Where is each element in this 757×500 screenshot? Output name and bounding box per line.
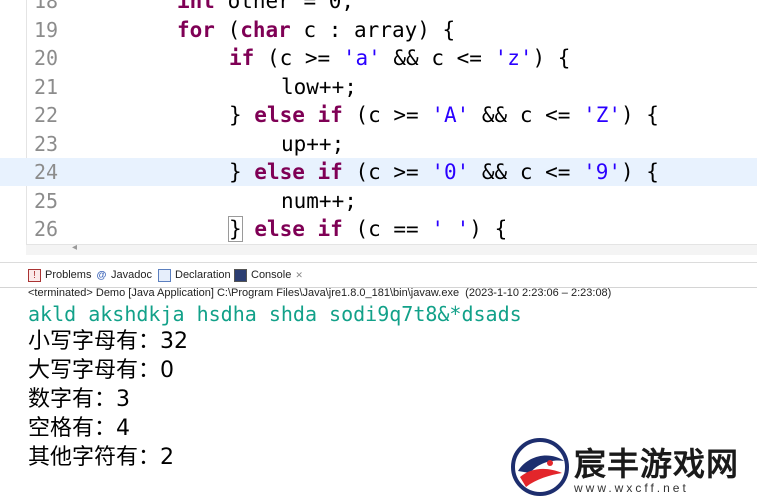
declaration-icon: [158, 268, 171, 282]
line-number: 20: [34, 46, 59, 70]
bottom-panel-tabs: ! Problems @ Javadoc Declaration Console…: [0, 262, 757, 288]
watermark-url: www.wxcff.net: [574, 481, 689, 495]
line-number: 26: [34, 217, 59, 241]
code-line[interactable]: 21 low++;: [0, 73, 757, 101]
tab-declaration[interactable]: Declaration: [158, 267, 231, 283]
editor-horizontal-scrollbar[interactable]: ◂: [26, 242, 757, 255]
code-line[interactable]: 23 up++;: [0, 130, 757, 158]
tab-label: Declaration: [175, 269, 231, 281]
line-number: 23: [34, 131, 59, 156]
code-line[interactable]: 20 if (c >= 'a' && c <= 'z') {: [0, 44, 757, 72]
console-input-echo: akld akshdkja hsdha shda sodi9q7t8&*dsad…: [28, 302, 522, 326]
close-icon[interactable]: ✕: [295, 267, 303, 283]
console-icon: [234, 268, 247, 282]
line-number: 19: [34, 17, 59, 42]
code-line[interactable]: 26 } else if (c == ' ') {: [0, 215, 757, 243]
code-line[interactable]: 19 for (char c : array) {: [0, 16, 757, 44]
line-number: 24: [34, 160, 59, 184]
code-text: int other = 0;: [177, 0, 355, 13]
tab-javadoc[interactable]: @ Javadoc: [96, 267, 152, 283]
line-number: 21: [34, 74, 59, 99]
console-status-line: <terminated> Demo [Java Application] C:\…: [28, 287, 612, 299]
watermark: 宸丰游戏网 www.wxcff.net: [510, 437, 757, 500]
code-line[interactable]: 24 } else if (c >= '0' && c <= '9') {: [0, 158, 757, 186]
code-text: low++;: [281, 74, 357, 99]
tab-label: Javadoc: [111, 269, 152, 281]
console-output-line: 空格有：4: [28, 416, 130, 441]
javadoc-icon: @: [96, 269, 107, 281]
code-line[interactable]: 25 num++;: [0, 187, 757, 215]
line-number: 25: [34, 188, 59, 213]
tab-console[interactable]: Console ✕: [234, 267, 303, 283]
console-output-line: 数字有：3: [28, 387, 130, 412]
problems-icon: !: [28, 268, 41, 282]
watermark-logo-icon: [511, 438, 569, 496]
code-editor[interactable]: 18 int other = 0; 19 for (char c : array) {…: [0, 0, 757, 244]
line-number: 18: [34, 0, 59, 13]
scroll-left-arrow-icon[interactable]: ◂: [72, 242, 77, 253]
code-text: } else if (c >= 'A' && c <= 'Z') {: [229, 103, 659, 127]
code-line[interactable]: 18 int other = 0;: [0, 0, 757, 15]
code-text: for (char c : array) {: [177, 17, 456, 42]
code-text: num++;: [281, 188, 357, 213]
console-output-line: 大写字母有：0: [28, 358, 174, 383]
tab-label: Console: [251, 269, 292, 281]
code-text: } else if (c >= '0' && c <= '9') {: [229, 160, 659, 184]
watermark-name: 宸丰游戏网: [574, 445, 740, 483]
console-output-line: 其他字符有：2: [28, 445, 174, 470]
console-output-line: 小写字母有：32: [28, 329, 188, 354]
code-text: if (c >= 'a' && c <= 'z') {: [229, 46, 571, 70]
tab-label: Problems: [45, 269, 92, 281]
tab-problems[interactable]: ! Problems: [28, 267, 91, 283]
code-text: up++;: [281, 131, 345, 156]
line-number: 22: [34, 103, 59, 127]
code-text: } else if (c == ' ') {: [228, 216, 508, 242]
code-line[interactable]: 22 } else if (c >= 'A' && c <= 'Z') {: [0, 101, 757, 129]
